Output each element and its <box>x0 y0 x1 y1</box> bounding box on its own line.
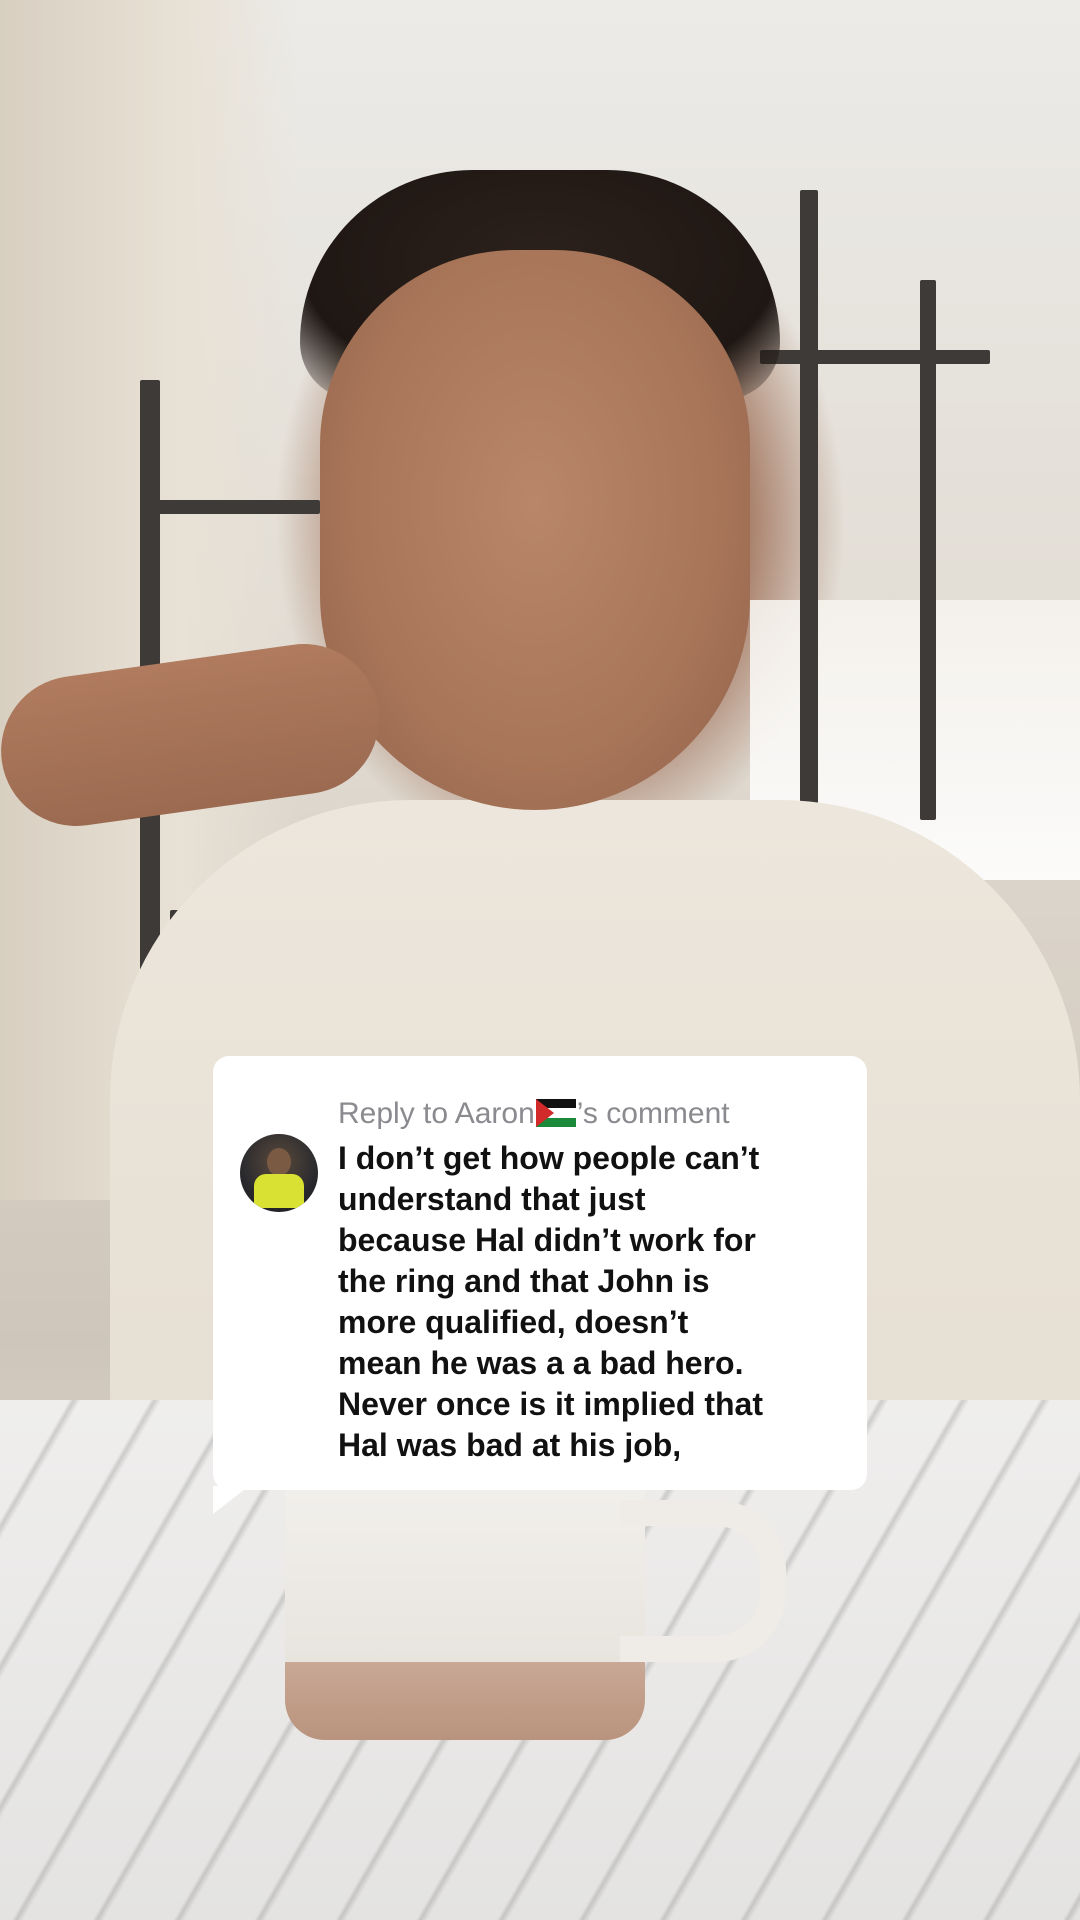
shelf-post <box>920 280 936 820</box>
shelf-board <box>140 500 320 514</box>
reply-comment-text: I don’t get how people can’t understand … <box>338 1138 858 1466</box>
coffee-mug <box>285 1480 645 1740</box>
shelf-post <box>800 190 818 810</box>
commenter-avatar[interactable] <box>240 1134 318 1212</box>
comment-line: Never once is it implied that <box>338 1386 763 1422</box>
comment-line: I don’t get how people can’t <box>338 1140 760 1176</box>
mug-handle <box>620 1500 786 1662</box>
reply-header-prefix: Reply to Aaron <box>338 1097 535 1130</box>
avatar-figure-head <box>267 1148 291 1176</box>
reply-bubble-tail <box>213 1486 249 1514</box>
video-frame <box>0 0 1080 1920</box>
comment-line: understand that just <box>338 1181 646 1217</box>
comment-line: mean he was a a bad hero. <box>338 1345 744 1381</box>
video-stage[interactable]: Reply to Aaron ’s comment I don’t get how… <box>0 0 1080 1920</box>
comment-line: the ring and that John is <box>338 1263 710 1299</box>
avatar-figure-body <box>254 1174 304 1208</box>
comment-line: because Hal didn’t work for <box>338 1222 756 1258</box>
comment-line: more qualified, doesn’t <box>338 1304 689 1340</box>
person-face <box>320 250 750 810</box>
palestine-flag-icon <box>535 1099 576 1127</box>
comment-line: Hal was bad at his job, <box>338 1427 682 1463</box>
reply-header-suffix: ’s comment <box>576 1097 730 1130</box>
reply-header: Reply to Aaron ’s comment <box>338 1094 858 1134</box>
shelf-board <box>760 350 990 364</box>
